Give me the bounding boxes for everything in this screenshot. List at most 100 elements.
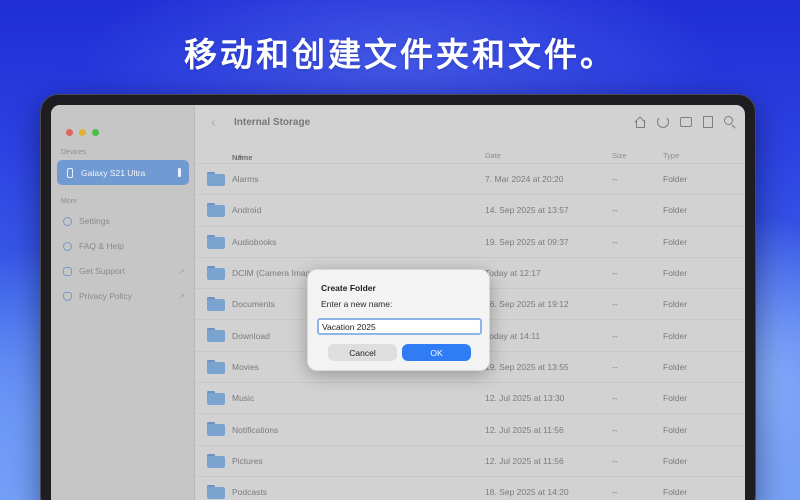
folder-icon (207, 265, 225, 280)
file-date: 18. Sep 2025 at 14:20 (485, 487, 569, 498)
usb-icon (178, 168, 181, 177)
file-type: Folder (663, 205, 688, 216)
new-file-icon[interactable] (703, 116, 713, 128)
file-date: 7. Mar 2024 at 20:20 (485, 174, 564, 185)
hand-icon (63, 291, 72, 301)
ok-button[interactable]: OK (402, 344, 471, 361)
new-folder-icon[interactable] (680, 117, 692, 127)
file-type: Folder (663, 455, 688, 466)
file-type: Folder (663, 299, 688, 310)
table-row[interactable]: Android 14. Sep 2025 at 13:57 -- Folder (195, 194, 745, 225)
file-type: Folder (663, 487, 688, 498)
refresh-icon[interactable] (657, 116, 669, 128)
table-row[interactable]: Alarms 7. Mar 2024 at 20:20 -- Folder (195, 163, 745, 194)
sidebar-item-label: Privacy Policy (79, 291, 132, 301)
file-date: 19. Sep 2025 at 13:55 (485, 361, 569, 372)
sidebar-item-label: FAQ & Help (79, 241, 124, 251)
file-size: -- (612, 361, 618, 372)
dialog-title: Create Folder (321, 283, 376, 293)
file-size: -- (612, 393, 618, 404)
file-name: Documents (232, 299, 275, 310)
file-name: Music (232, 393, 255, 404)
file-type: Folder (663, 268, 688, 279)
gear-icon (63, 216, 72, 226)
sidebar-item-label: Get Support (79, 266, 125, 276)
sidebar-item-privacy-policy[interactable]: Privacy Policy ↗ (63, 288, 185, 304)
sidebar-item-get-support[interactable]: Get Support ↗ (63, 263, 185, 279)
file-size: -- (612, 424, 618, 435)
column-date[interactable]: Date (485, 151, 501, 160)
table-row[interactable]: Pictures 12. Jul 2025 at 11:56 -- Folder (195, 444, 745, 476)
section-more: More (61, 198, 77, 205)
file-date: Today at 12:17 (485, 268, 541, 279)
table-row[interactable]: Notifications 12. Jul 2025 at 11:56 -- Fold… (195, 413, 745, 444)
folder-icon (207, 203, 225, 218)
folder-icon (207, 391, 225, 406)
column-size[interactable]: Size (612, 151, 627, 160)
folder-icon (207, 172, 225, 186)
file-name: Alarms (232, 174, 259, 185)
file-date: 12. Jul 2025 at 11:56 (485, 455, 564, 466)
table-row[interactable]: Podcasts 18. Sep 2025 at 14:20 -- Folder (195, 475, 745, 500)
close-window-button[interactable] (66, 129, 73, 136)
file-date: 12. Jul 2025 at 13:30 (485, 393, 565, 404)
chat-icon (63, 266, 72, 276)
phone-icon (67, 167, 73, 178)
file-type: Folder (663, 330, 688, 341)
external-link-icon: ↗ (178, 266, 185, 276)
column-type[interactable]: Type (663, 151, 679, 160)
table-row[interactable]: Music 12. Jul 2025 at 13:30 -- Folder (195, 382, 745, 413)
folder-icon (207, 453, 225, 468)
folder-icon (207, 297, 225, 312)
sort-ascending-icon: ^ (238, 153, 243, 162)
toolbar-actions (634, 116, 733, 128)
headline: 移动和创建文件夹和文件。 (184, 35, 616, 74)
sidebar-item-label: Settings (79, 216, 110, 226)
folder-name-input[interactable] (317, 318, 482, 335)
file-type: Folder (663, 174, 688, 185)
file-date: Today at 14:11 (485, 330, 541, 341)
folder-icon (207, 234, 225, 249)
file-size: -- (612, 236, 618, 247)
file-name: Download (232, 330, 270, 341)
dialog-label: Enter a new name: (321, 299, 393, 309)
file-date: 14. Sep 2025 at 13:57 (485, 205, 569, 216)
section-devices: Devices (61, 149, 86, 156)
file-date: 12. Jul 2025 at 11:56 (485, 424, 564, 435)
file-size: -- (612, 205, 618, 216)
zoom-window-button[interactable] (92, 129, 99, 136)
file-type: Folder (663, 424, 688, 435)
minimize-window-button[interactable] (79, 129, 86, 136)
file-size: -- (612, 455, 618, 466)
file-date: 19. Sep 2025 at 09:37 (485, 236, 569, 247)
external-link-icon: ↗ (178, 291, 185, 301)
back-button[interactable]: ‹ (211, 114, 216, 130)
file-name: Pictures (232, 455, 263, 466)
file-name: Audiobooks (232, 236, 277, 247)
table-row[interactable]: Audiobooks 19. Sep 2025 at 09:37 -- Folder (195, 225, 745, 257)
toolbar: ‹ Internal Storage (195, 105, 745, 139)
file-size: -- (612, 268, 618, 279)
file-type: Folder (663, 236, 688, 247)
file-size: -- (612, 174, 618, 185)
device-name: Galaxy S21 Ultra (81, 167, 146, 178)
file-type: Folder (663, 393, 688, 404)
sidebar-item-settings[interactable]: Settings (63, 213, 185, 229)
folder-icon (207, 328, 225, 343)
home-icon[interactable] (634, 116, 646, 128)
location-title: Internal Storage (234, 117, 311, 128)
file-name: Notifications (232, 424, 279, 435)
window-controls (66, 129, 99, 136)
cancel-button[interactable]: Cancel (328, 344, 397, 361)
folder-icon (207, 484, 225, 499)
sidebar-item-device[interactable]: Galaxy S21 Ultra (57, 160, 189, 185)
create-folder-dialog: Create Folder Enter a new name: Cancel O… (307, 269, 490, 371)
search-icon[interactable] (724, 116, 733, 125)
file-size: -- (612, 299, 618, 310)
file-name: Movies (232, 361, 259, 372)
folder-icon (207, 422, 225, 437)
sidebar-item-faq-help[interactable]: FAQ & Help (63, 238, 185, 254)
sidebar: Devices Galaxy S21 Ultra More Settings F… (51, 105, 195, 500)
file-size: -- (612, 330, 618, 341)
table-header: Name ^ Date Size Type (195, 149, 745, 163)
